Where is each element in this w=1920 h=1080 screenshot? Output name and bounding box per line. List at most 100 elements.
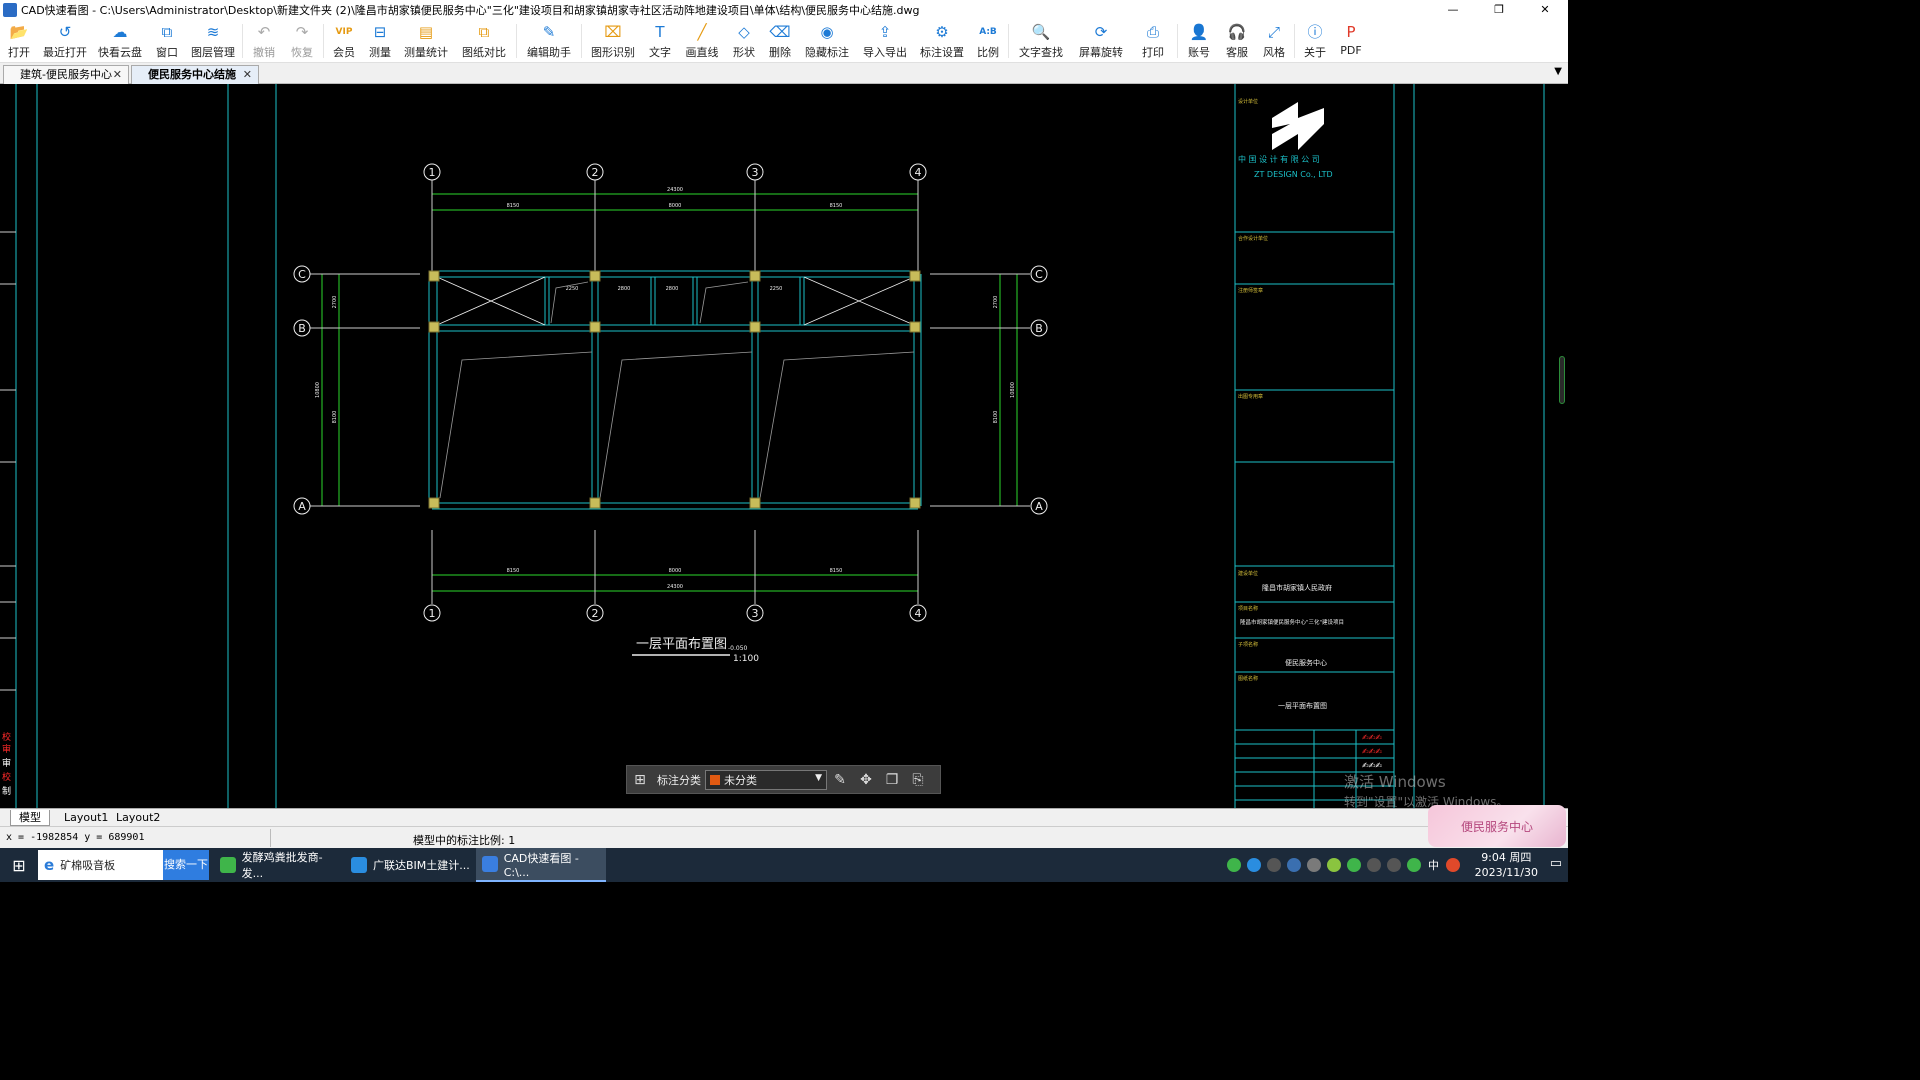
tray-volume-icon[interactable] [1387,858,1401,872]
move-icon[interactable]: ✥ [853,772,879,788]
vertical-scrollbar-thumb[interactable] [1559,356,1565,404]
measure-button[interactable]: ⊟ 测量 [362,19,398,63]
redo-button[interactable]: ↷ 恢复 [283,19,321,63]
measure-label: 测量 [369,46,391,59]
svg-text:一层平面布置图: 一层平面布置图 [1278,701,1327,710]
tray-wechat-icon[interactable] [1407,858,1421,872]
tab-layout2[interactable]: Layout2 [108,810,168,826]
tray-sogou-icon[interactable] [1446,858,1460,872]
delete-button[interactable]: ⌫ 删除 [762,19,798,63]
tab-close-icon[interactable]: ✕ [243,66,252,84]
svg-text:10800: 10800 [315,382,321,398]
toolbar-separator [1008,24,1009,58]
notification-icon[interactable]: ▭ [1550,856,1562,871]
text-button[interactable]: T 文字 [642,19,678,63]
measure-stats-button[interactable]: ▤ 测量统计 [398,19,454,63]
cloud-button[interactable]: ☁ 快看云盘 [92,19,148,63]
system-tray: 中 [1224,848,1463,882]
layers-label: 图层管理 [191,46,235,59]
svg-text:2250: 2250 [770,286,783,292]
task-label: CAD快速看图 - C:\... [503,851,579,879]
about-button[interactable]: ⓘ 关于 [1297,19,1333,63]
account-button[interactable]: 👤 账号 [1180,19,1218,63]
pdf-label: PDF [1340,44,1362,57]
service-button[interactable]: 🎧 客服 [1218,19,1256,63]
tabs-menu-icon[interactable]: ▼ [1554,66,1562,77]
import-export-button[interactable]: ⇪ 导入导出 [856,19,914,63]
task-cad-viewer[interactable]: CAD快速看图 - C:\... [476,848,606,882]
company-logo-icon [1272,102,1324,150]
signature-stamps: ✍✍✍ ✍✍✍ ✍✍✍ [1362,733,1382,770]
category-color-swatch [710,774,720,785]
tray-wifi-icon[interactable] [1367,858,1381,872]
beams [428,270,922,510]
svg-text:8150: 8150 [830,203,843,209]
task-browser[interactable]: 发酵鸡粪批发商-发... [214,848,342,882]
undo-button[interactable]: ↶ 撤销 [245,19,283,63]
minimize-button[interactable]: — [1430,0,1476,19]
status-divider [270,829,271,847]
import-export-label: 导入导出 [863,46,907,59]
shape-recog-button[interactable]: ⌧ 图形识别 [584,19,642,63]
compare-label: 图纸对比 [462,46,506,59]
recent-button[interactable]: ↺ 最近打开 [38,19,92,63]
open-button[interactable]: 📂 打开 [0,19,38,63]
svg-text:8100: 8100 [332,411,338,424]
tab-model[interactable]: 模型 [10,810,50,826]
svg-text:24300: 24300 [667,187,683,193]
text-search-label: 文字查找 [1019,46,1063,59]
close-button[interactable]: ✕ [1522,0,1568,19]
tray-app-icon[interactable] [1227,858,1241,872]
clock-time: 9:04 周四 [1481,851,1532,864]
tray-shield-icon[interactable] [1287,858,1301,872]
style-button[interactable]: ⤢ 风格 [1256,19,1292,63]
tray-g-icon[interactable] [1247,858,1261,872]
print-button[interactable]: ⎙ 打印 [1131,19,1175,63]
layers-button[interactable]: ≋ 图层管理 [186,19,240,63]
annot-settings-button[interactable]: ⚙ 标注设置 [914,19,970,63]
tab-architecture[interactable]: 建筑-便民服务中心 ✕ [3,65,129,84]
toolbar-separator [581,24,582,58]
copy-icon[interactable]: ❐ [879,772,905,788]
svg-text:图纸名称: 图纸名称 [1238,675,1258,682]
grid-menu-icon[interactable]: ⊞ [627,772,653,788]
tray-battery-icon[interactable] [1347,858,1361,872]
ime-indicator[interactable]: 中 [1428,857,1439,873]
hide-annot-button[interactable]: ◉ 隐藏标注 [798,19,856,63]
windows-start-icon[interactable]: ⊞ [0,848,38,882]
task-glodon[interactable]: 广联达BIM土建计... [345,848,473,882]
app-logo-icon [3,2,17,17]
rotate-button[interactable]: ⟳ 屏幕旋转 [1071,19,1131,63]
browser-search-box[interactable]: e 矿棉吸音板 [38,850,163,880]
title-bar: CAD快速看图 - C:\Users\Administrator\Desktop… [0,0,1568,19]
paste-icon[interactable]: ⎘ [905,772,931,788]
restore-button[interactable]: ❐ [1476,0,1522,19]
glodon-app-icon [351,857,367,873]
system-clock[interactable]: 9:04 周四 2023/11/30 [1475,850,1538,880]
tray-plus-icon[interactable] [1327,858,1341,872]
shape-button[interactable]: ◇ 形状 [726,19,762,63]
window-button[interactable]: ⧉ 窗口 [148,19,186,63]
scale-button[interactable]: A:B 比例 [970,19,1006,63]
annotation-category-select[interactable]: 未分类 ▼ [705,769,827,790]
windows-taskbar: ⊞ e 矿棉吸音板 搜索一下 发酵鸡粪批发商-发... 广联达BIM土建计...… [0,848,1568,882]
svg-text:制: 制 [2,785,11,797]
edit-assist-button[interactable]: ✎ 编辑助手 [519,19,579,63]
tab-structure[interactable]: 便民服务中心结施 ✕ [131,65,259,84]
edit-icon[interactable]: ✎ [827,772,853,788]
line-button[interactable]: ╱ 画直线 [678,19,726,63]
tray-network-icon[interactable] [1307,858,1321,872]
shape-icon: ◇ [738,23,750,41]
drawing-canvas[interactable]: 校审审校制 24300 8150 8000 8150 24300 8150 80… [0,84,1568,808]
text-search-button[interactable]: 🔍 文字查找 [1011,19,1071,63]
status-bar: x = -1982854 y = 689901 模型中的标注比例: 1 [0,826,1568,848]
compare-button[interactable]: ⧉ 图纸对比 [454,19,514,63]
recent-label: 最近打开 [43,46,87,59]
line-icon: ╱ [697,23,707,41]
vip-button[interactable]: VIP 会员 [326,19,362,63]
tray-display-icon[interactable] [1267,858,1281,872]
search-button[interactable]: 搜索一下 [163,850,209,880]
pdf-button[interactable]: P PDF [1333,19,1369,63]
search-text: 矿棉吸音板 [60,859,116,872]
tab-close-icon[interactable]: ✕ [113,66,122,84]
